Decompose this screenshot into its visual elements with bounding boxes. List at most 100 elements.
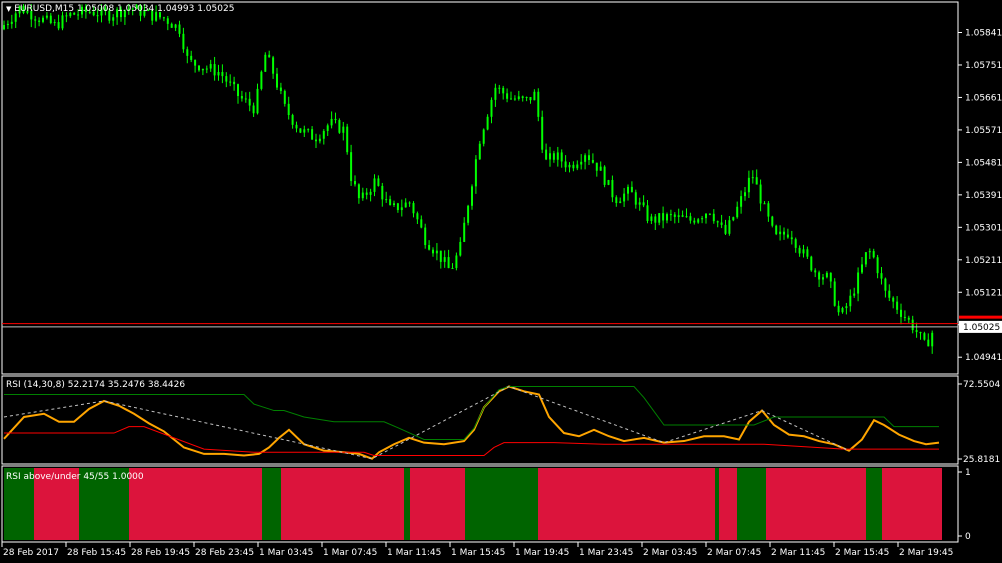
candle-body xyxy=(198,65,200,71)
candle-body xyxy=(14,13,17,22)
candle-body xyxy=(907,317,910,320)
candle-body xyxy=(627,186,629,194)
signal-bar xyxy=(129,468,262,540)
candle-body xyxy=(486,116,489,130)
price-tick-label: 1.04941 xyxy=(965,353,1002,363)
price-panel[interactable] xyxy=(1,1,959,375)
candle-body xyxy=(896,301,899,310)
candle-body xyxy=(174,24,177,28)
candle-body xyxy=(96,15,99,17)
candle-body xyxy=(502,87,505,94)
candle-body xyxy=(888,290,891,298)
candle-body xyxy=(767,203,770,217)
candle-body xyxy=(545,149,548,160)
candle-body xyxy=(61,15,64,29)
candle-body xyxy=(747,177,750,193)
candle-body xyxy=(662,213,665,221)
candle-body xyxy=(880,273,883,279)
candle-body xyxy=(927,339,930,347)
price-tick-label: 1.05211 xyxy=(965,256,1002,266)
candle-body xyxy=(299,128,302,133)
candle-body xyxy=(814,270,817,273)
candle-body xyxy=(697,219,700,223)
candle-body xyxy=(837,305,840,313)
candle-body xyxy=(720,222,723,225)
signal-bar xyxy=(404,468,410,540)
candle-body xyxy=(467,205,470,223)
candle-body xyxy=(478,143,481,160)
candle-body xyxy=(677,215,680,217)
candle-body xyxy=(845,306,848,309)
candle-body xyxy=(740,196,743,207)
candle-body xyxy=(611,180,614,198)
candle-body xyxy=(53,22,56,24)
candle-body xyxy=(822,277,824,280)
signal-bar xyxy=(882,468,942,540)
price-tick-label: 1.05301 xyxy=(965,223,1002,233)
candle-body xyxy=(911,319,914,331)
signal-bar xyxy=(866,468,882,540)
candle-body xyxy=(588,155,590,161)
candle-body xyxy=(525,97,528,99)
candle-body xyxy=(217,72,220,76)
candle-body xyxy=(408,202,411,204)
candle-body xyxy=(303,129,306,133)
candle-body xyxy=(498,87,501,89)
candle-body xyxy=(330,118,333,126)
candle-body xyxy=(190,55,193,60)
signal-bar xyxy=(715,468,719,540)
candle-body xyxy=(560,152,563,162)
candle-body xyxy=(724,224,727,234)
candle-body xyxy=(295,124,298,129)
candle-body xyxy=(248,98,251,106)
candle-body xyxy=(646,205,649,221)
candle-body xyxy=(623,193,626,202)
candle-body xyxy=(931,332,934,347)
candle-body xyxy=(6,23,9,26)
candle-body xyxy=(849,295,852,307)
candle-body xyxy=(322,130,325,139)
chart-area[interactable]: 1.05841 1.05751 1.05661 1.05571 1.05481 1.053… xyxy=(0,0,1002,563)
candle-body xyxy=(400,207,403,211)
price-tick-label: 1.05661 xyxy=(965,93,1002,103)
candle-body xyxy=(385,199,388,201)
candle-body xyxy=(537,91,540,117)
candle-body xyxy=(287,103,290,116)
candle-body xyxy=(506,93,509,99)
candle-body xyxy=(510,98,512,100)
candle-body xyxy=(350,152,353,182)
candle-body xyxy=(264,54,267,72)
candle-body xyxy=(225,76,228,82)
candle-body xyxy=(221,72,224,77)
candle-body xyxy=(853,293,856,296)
candle-body xyxy=(482,129,485,144)
candle-body xyxy=(38,20,41,22)
candle-body xyxy=(471,186,473,206)
candle-body xyxy=(57,22,60,29)
candle-body xyxy=(209,64,212,69)
candle-body xyxy=(716,221,719,223)
candle-body xyxy=(900,309,902,317)
candle-body xyxy=(638,202,641,205)
candle-body xyxy=(166,18,169,24)
candle-body xyxy=(357,184,360,199)
candle-body xyxy=(728,220,731,234)
candle-body xyxy=(517,96,520,100)
candle-body xyxy=(272,57,275,74)
candle-body xyxy=(279,87,282,91)
signal-tick-label: 1 xyxy=(965,468,971,478)
candle-body xyxy=(256,88,259,114)
candle-body xyxy=(373,178,376,192)
candle-body xyxy=(825,272,828,278)
candle-body xyxy=(291,115,294,125)
candle-body xyxy=(751,177,754,179)
candle-body xyxy=(541,116,544,150)
candle-body xyxy=(42,17,44,22)
candle-body xyxy=(552,153,555,160)
candle-body xyxy=(3,25,5,30)
candle-body xyxy=(10,21,13,24)
candle-body xyxy=(463,222,466,242)
candle-body xyxy=(354,181,356,185)
dropdown-triangle-icon[interactable]: ▼ xyxy=(6,5,11,13)
candle-body xyxy=(65,15,68,17)
